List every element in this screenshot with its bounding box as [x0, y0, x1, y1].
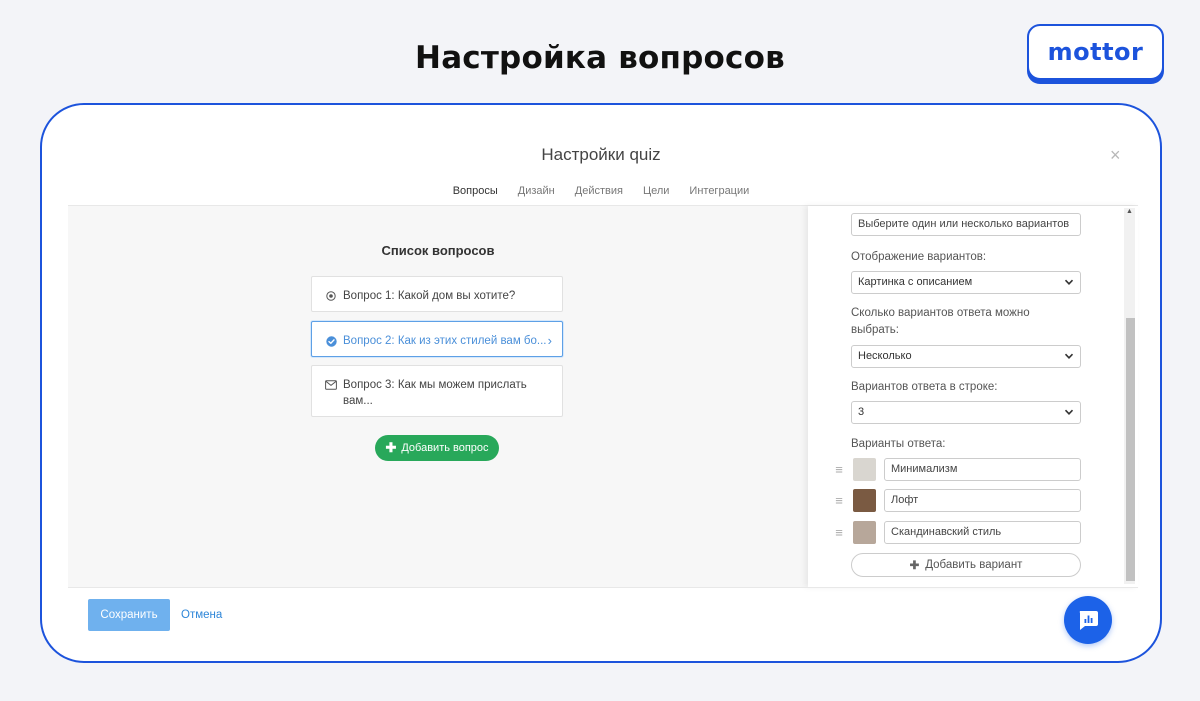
check-circle-icon [324, 333, 338, 349]
tab-bar: Вопросы Дизайн Действия Цели Интеграции [42, 181, 1160, 208]
logo-text: mottor [1047, 38, 1144, 66]
add-option-label: Добавить вариант [925, 559, 1023, 571]
option-input[interactable]: Минимализм [884, 457, 1081, 481]
answer-options-label: Варианты ответа: [851, 438, 946, 450]
question-item-2[interactable]: Вопрос 2: Как из этих стилей вам бо... › [311, 321, 563, 357]
scrollbar-thumb[interactable] [1126, 318, 1135, 581]
quiz-settings-window: Настройки quiz × Вопросы Дизайн Действия… [40, 103, 1162, 663]
display-mode-value: Картинка с описанием [858, 276, 973, 288]
chevron-down-icon [1064, 279, 1074, 285]
chevron-down-icon [1064, 353, 1074, 359]
plus-icon: ✚ [385, 440, 397, 455]
chat-widget-button[interactable] [1064, 596, 1112, 644]
questions-pane: Список вопросов Вопрос 1: Какой дом вы х… [68, 206, 808, 587]
question-item-text: Вопрос 1: Какой дом вы хотите? [343, 290, 516, 302]
option-input[interactable]: Лофт [884, 488, 1081, 512]
chevron-right-icon: › [547, 333, 552, 348]
add-question-label: Добавить вопрос [401, 442, 489, 454]
chevron-down-icon [1064, 409, 1074, 415]
question-item-1[interactable]: Вопрос 1: Какой дом вы хотите? [311, 276, 563, 312]
tab-actions[interactable]: Действия [565, 181, 633, 208]
display-mode-select[interactable]: Картинка с описанием [851, 271, 1081, 294]
chat-icon [1079, 611, 1098, 630]
tab-integrations[interactable]: Интеграции [679, 181, 759, 208]
option-thumbnail[interactable] [853, 520, 876, 544]
answer-option-row: ≡ Минимализм [833, 457, 1083, 481]
envelope-icon [324, 377, 338, 393]
tab-questions[interactable]: Вопросы [442, 181, 508, 208]
close-icon[interactable]: × [1110, 145, 1121, 166]
answer-option-row: ≡ Лофт [833, 488, 1083, 512]
answer-option-row: ≡ Скандинавский стиль [833, 520, 1083, 544]
cancel-link[interactable]: Отмена [181, 609, 222, 621]
question-item-text: Вопрос 3: Как мы можем прислать вам... [343, 379, 527, 407]
mottor-logo[interactable]: mottor [1027, 24, 1164, 80]
scroll-up-arrow-icon[interactable]: ▲ [1124, 206, 1135, 218]
option-thumbnail[interactable] [853, 488, 876, 512]
question-item-text: Вопрос 2: Как из этих стилей вам бо... [343, 335, 547, 347]
answers-count-value: Несколько [858, 350, 912, 362]
plus-icon: ✚ [909, 560, 920, 572]
question-item-3[interactable]: Вопрос 3: Как мы можем прислать вам... [311, 365, 563, 417]
per-row-select[interactable]: 3 [851, 401, 1081, 424]
radio-icon [324, 288, 338, 304]
add-question-button[interactable]: ✚ Добавить вопрос [375, 435, 499, 461]
option-thumbnail[interactable] [853, 457, 876, 481]
hint-text-input[interactable]: Выберите один или несколько вариантов [851, 213, 1081, 236]
save-button[interactable]: Сохранить [88, 599, 170, 631]
display-mode-label: Отображение вариантов: [851, 251, 987, 263]
per-row-label: Вариантов ответа в строке: [851, 381, 998, 393]
add-option-button[interactable]: ✚ Добавить вариант [851, 553, 1081, 577]
tab-design[interactable]: Дизайн [508, 181, 565, 208]
per-row-value: 3 [858, 406, 865, 418]
drag-handle-icon[interactable]: ≡ [833, 462, 845, 477]
tab-goals[interactable]: Цели [633, 181, 679, 208]
question-settings-pane: Выберите один или несколько вариантов От… [808, 206, 1138, 587]
questions-list-title: Список вопросов [381, 243, 495, 258]
footer-divider [68, 587, 1138, 588]
option-input[interactable]: Скандинавский стиль [884, 520, 1081, 544]
modal-title: Настройки quiz [541, 145, 661, 164]
page-title: Настройка вопросов [415, 40, 785, 76]
answers-count-label: Сколько вариантов ответа можно выбрать: [851, 307, 1030, 336]
drag-handle-icon[interactable]: ≡ [833, 525, 845, 540]
drag-handle-icon[interactable]: ≡ [833, 493, 845, 508]
answers-count-select[interactable]: Несколько [851, 345, 1081, 368]
